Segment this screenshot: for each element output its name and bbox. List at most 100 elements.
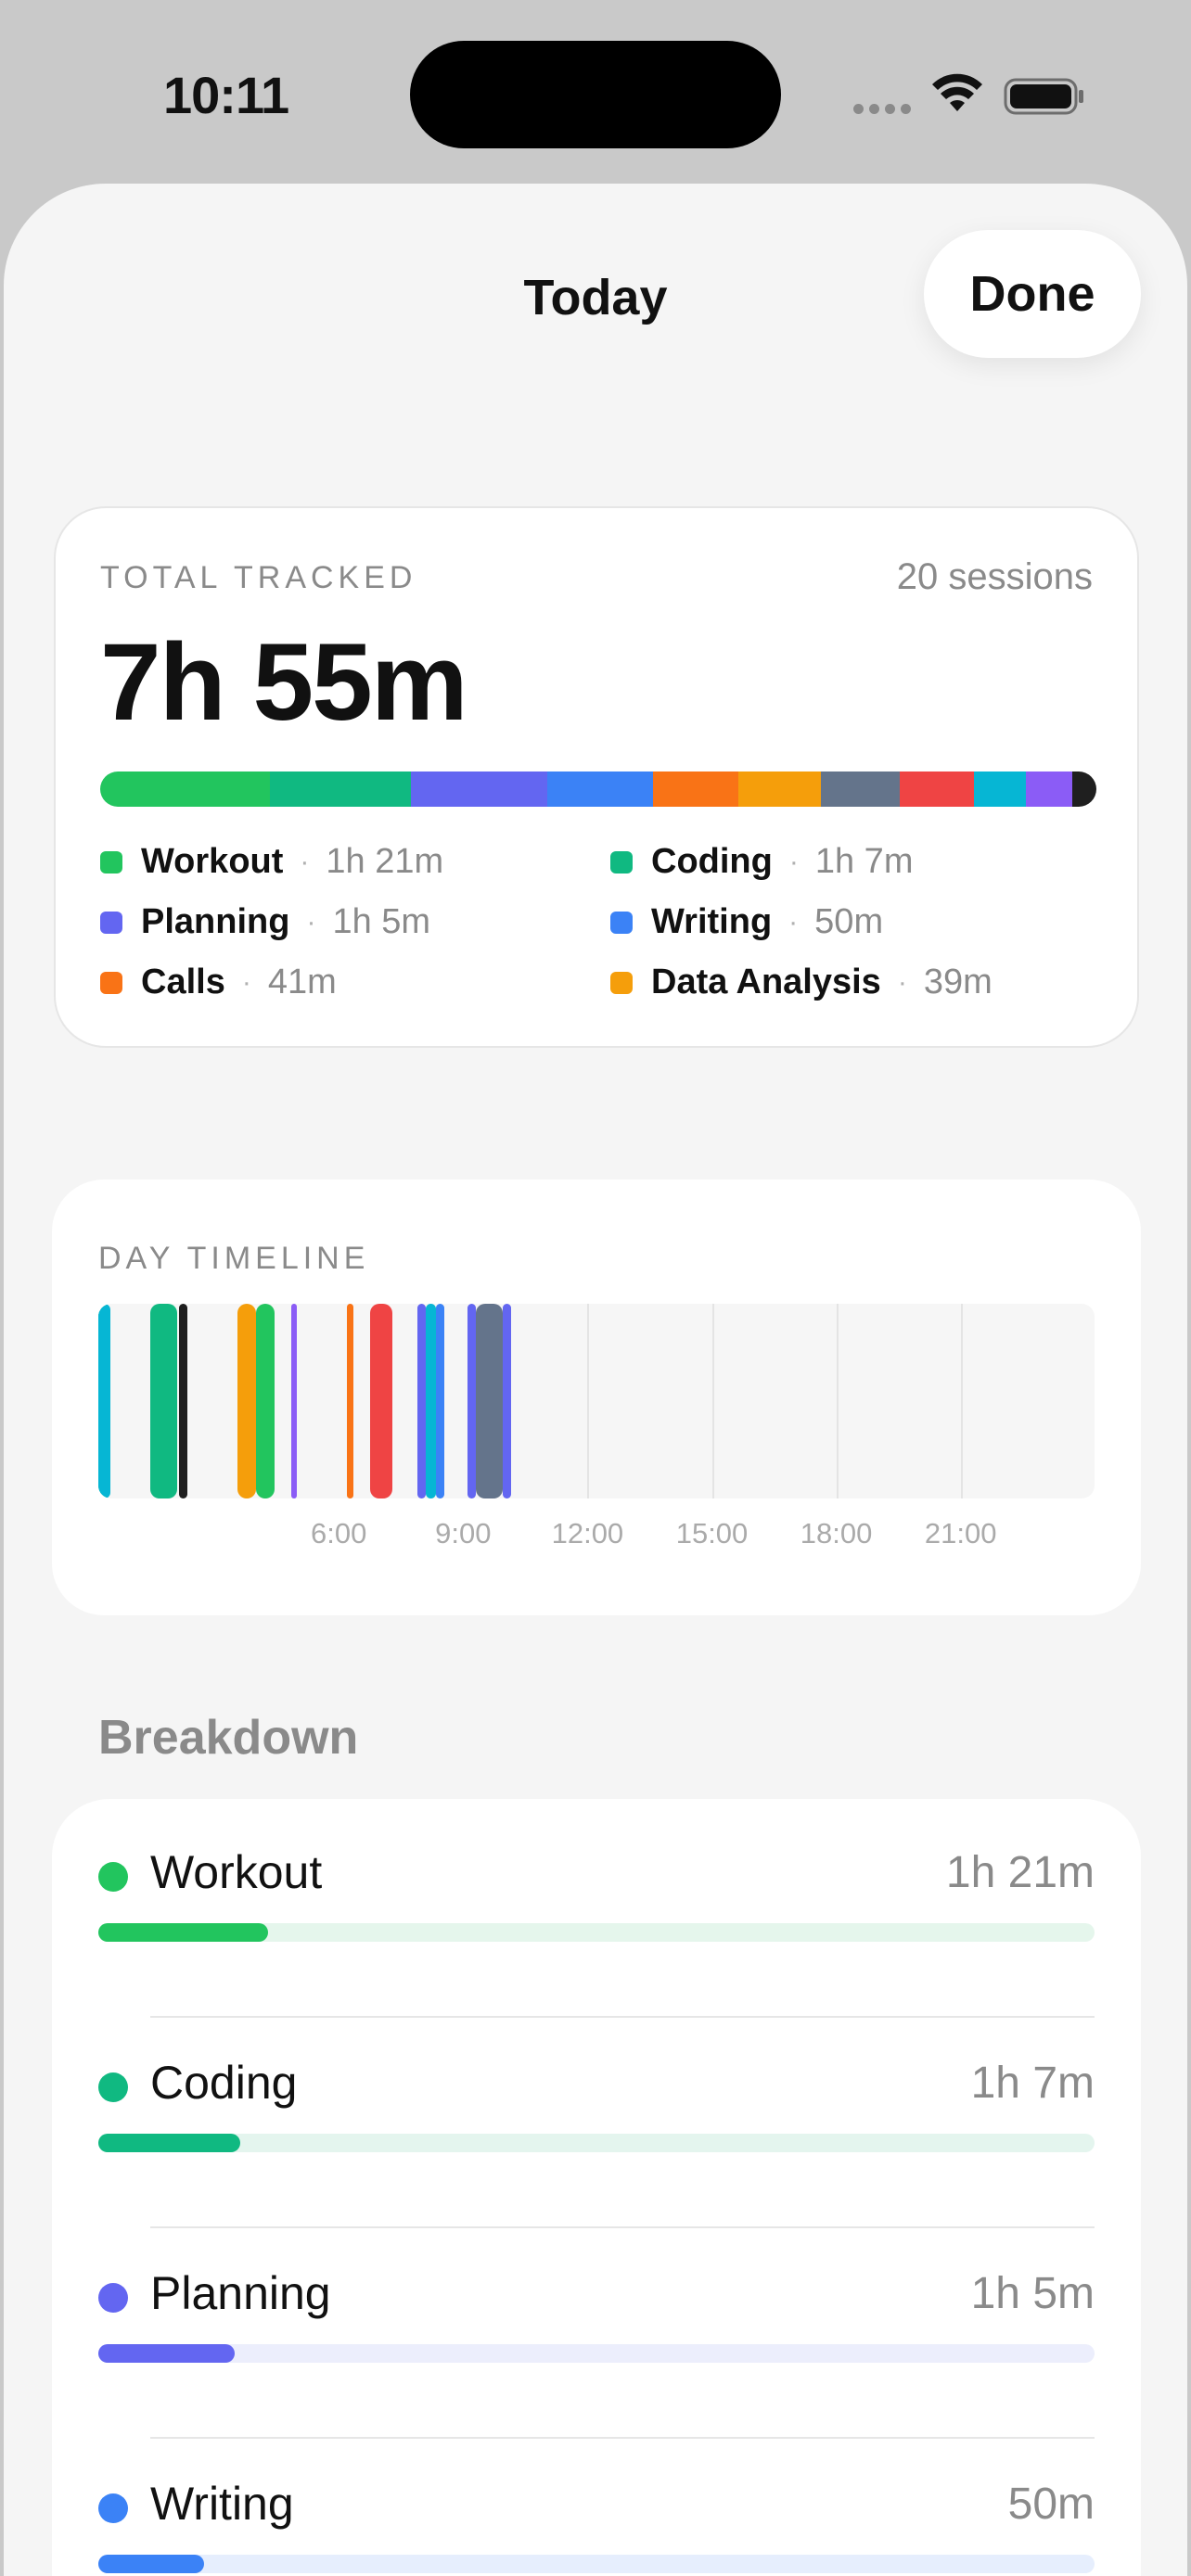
category-stacked-bar — [100, 772, 1096, 807]
breakdown-row-coding[interactable]: Coding 1h 7m — [98, 2056, 1095, 2167]
category-progress-fill — [98, 2134, 240, 2152]
timeline-tick-label: 9:00 — [435, 1517, 492, 1549]
timeline-gridline — [711, 1304, 714, 1498]
timeline-session[interactable] — [290, 1304, 298, 1498]
timeline-tick-label: 15:00 — [675, 1517, 749, 1549]
timeline-session[interactable] — [369, 1304, 393, 1498]
total-tracked-label: TOTAL TRACKED — [100, 560, 417, 595]
done-button[interactable]: Done — [924, 230, 1141, 358]
row-divider — [150, 2016, 1095, 2018]
day-timeline-label: DAY TIMELINE — [98, 1241, 370, 1276]
legend-separator: · — [241, 966, 251, 998]
status-time: 10:11 — [163, 66, 289, 124]
timeline-session[interactable] — [436, 1304, 445, 1498]
category-dot — [98, 1862, 128, 1892]
category-progress-track — [98, 2344, 1095, 2363]
timeline-session[interactable] — [467, 1304, 476, 1498]
wifi-icon — [932, 73, 982, 111]
timeline-tick-label: 21:00 — [924, 1517, 997, 1549]
timeline-session[interactable] — [417, 1304, 427, 1498]
total-tracked-card: TOTAL TRACKED 20 sessions 7h 55m Workout… — [54, 506, 1139, 1048]
stacked-bar-segment — [973, 772, 1026, 807]
timeline-gridline — [587, 1304, 590, 1498]
row-divider — [150, 2437, 1095, 2439]
timeline-session[interactable] — [255, 1304, 275, 1498]
legend-dot — [100, 850, 122, 874]
legend-value: 39m — [923, 963, 992, 1001]
legend-value: 50m — [814, 902, 884, 941]
timeline-tick-label: 6:00 — [311, 1517, 367, 1549]
breakdown-row-planning[interactable]: Planning 1h 5m — [98, 2266, 1095, 2378]
legend-dot — [610, 911, 633, 934]
timeline-session[interactable] — [98, 1304, 111, 1498]
legend-dot — [610, 971, 633, 994]
legend-separator: · — [306, 906, 316, 937]
breakdown-row-workout[interactable]: Workout 1h 21m — [98, 1845, 1095, 1957]
stacked-bar-segment — [411, 772, 548, 807]
legend-dot — [100, 971, 122, 994]
stacked-bar-segment — [820, 772, 901, 807]
category-name: Planning — [150, 2267, 331, 2319]
stacked-bar-segment — [1025, 772, 1073, 807]
category-name: Coding — [150, 2057, 298, 2109]
timeline-session[interactable] — [347, 1304, 353, 1498]
timeline-session[interactable] — [179, 1304, 188, 1498]
timeline-tick-label: 12:00 — [551, 1517, 624, 1549]
legend-name: Writing — [651, 902, 773, 941]
legend-item: Data Analysis · 39m — [610, 963, 992, 1002]
timeline-gridline — [836, 1304, 839, 1498]
row-divider — [150, 2226, 1095, 2228]
breakdown-list: Workout 1h 21m Coding 1h 7m Planning 1h 5m Wri… — [52, 1799, 1141, 2576]
legend-value: 1h 21m — [326, 842, 444, 881]
legend-item: Writing · 50m — [610, 902, 883, 942]
stacked-bar-segment — [269, 772, 412, 807]
category-progress-track — [98, 1923, 1095, 1942]
legend-dot — [610, 850, 633, 874]
category-progress-track — [98, 2134, 1095, 2152]
total-time: 7h 55m — [100, 621, 468, 744]
timeline-session[interactable] — [475, 1304, 503, 1498]
timeline-session[interactable] — [149, 1304, 177, 1498]
battery-icon — [1004, 78, 1083, 115]
category-progress-track — [98, 2555, 1095, 2573]
legend-separator: · — [788, 906, 799, 937]
timeline-session[interactable] — [237, 1304, 256, 1498]
legend-value: 41m — [267, 963, 337, 1001]
stacked-bar-segment — [738, 772, 821, 807]
legend-value: 1h 5m — [332, 902, 431, 941]
breakdown-row-writing[interactable]: Writing 50m — [98, 2477, 1095, 2576]
legend-separator: · — [788, 846, 799, 877]
stacked-bar-segment — [100, 772, 270, 807]
category-progress-fill — [98, 2555, 204, 2573]
category-name: Workout — [150, 1846, 323, 1898]
legend-item: Calls · 41m — [100, 963, 337, 1002]
category-progress-fill — [98, 1923, 268, 1942]
timeline-session[interactable] — [502, 1304, 511, 1498]
category-name: Writing — [150, 2478, 294, 2530]
category-progress-fill — [98, 2344, 236, 2363]
sessions-count: 20 sessions — [896, 556, 1093, 597]
category-dot — [98, 2072, 128, 2102]
category-dot — [98, 2283, 128, 2313]
dynamic-island — [410, 41, 781, 148]
stacked-bar-segment — [653, 772, 739, 807]
legend-dot — [100, 911, 122, 934]
category-duration: 1h 21m — [945, 1848, 1095, 1897]
legend-name: Calls — [141, 963, 225, 1001]
category-dot — [98, 2493, 128, 2523]
legend-name: Data Analysis — [651, 963, 881, 1001]
cellular-signal-icon — [853, 104, 911, 114]
category-duration: 50m — [1007, 2480, 1095, 2529]
status-bar: 10:11 — [0, 0, 1191, 185]
timeline-gridline — [960, 1304, 963, 1498]
legend-name: Coding — [651, 842, 773, 881]
timeline-track — [98, 1304, 1095, 1498]
stacked-bar-segment — [547, 772, 654, 807]
timeline-session[interactable] — [426, 1304, 437, 1498]
category-duration: 1h 5m — [970, 2269, 1095, 2318]
legend-item: Workout · 1h 21m — [100, 842, 443, 882]
stacked-bar-segment — [1072, 772, 1096, 807]
breakdown-heading: Breakdown — [98, 1711, 359, 1765]
legend-item: Planning · 1h 5m — [100, 902, 430, 942]
timeline-tick-label: 18:00 — [800, 1517, 873, 1549]
